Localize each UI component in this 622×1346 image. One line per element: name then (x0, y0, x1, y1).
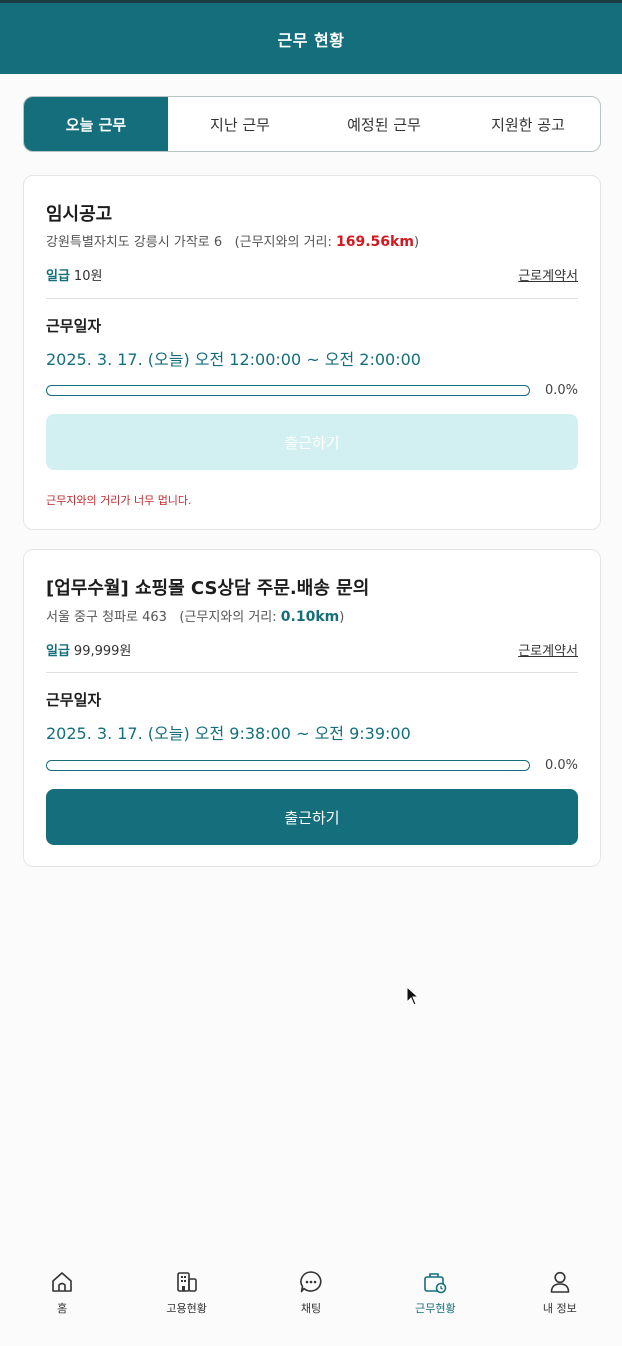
user-icon (550, 1271, 570, 1293)
work-status-icon (424, 1273, 447, 1294)
page-title: 근무 현황 (277, 30, 345, 50)
job-card: [업무수월] 쇼핑몰 CS상담 주문.배송 문의 서울 중구 청파로 463 (… (23, 549, 601, 867)
daily-pay: 일급 99,999원 (46, 640, 131, 659)
contract-link[interactable]: 근로계약서 (518, 640, 578, 659)
daily-pay: 일급 10원 (46, 265, 102, 284)
nav-label: 근무현황 (415, 1302, 456, 1315)
work-tabs: 오늘 근무 지난 근무 예정된 근무 지원한 공고 (23, 96, 601, 152)
distance-prefix: (근무지와의 거리: (179, 610, 281, 625)
building-icon (176, 1272, 197, 1292)
job-address-line: 서울 중구 청파로 463 (근무지와의 거리: 0.10km) (46, 606, 344, 625)
contract-link[interactable]: 근로계약서 (518, 265, 578, 284)
job-title: [업무수월] 쇼핑몰 CS상담 주문.배송 문의 (46, 578, 370, 599)
distance-prefix: (근무지와의 거리: (234, 235, 336, 250)
check-in-button[interactable]: 출근하기 (46, 414, 578, 470)
job-address: 강원특별자치도 강릉시 가작로 6 (46, 235, 223, 250)
home-icon (52, 1272, 73, 1292)
nav-label: 고용현황 (166, 1302, 207, 1315)
nav-label: 채팅 (300, 1302, 322, 1315)
pay-label: 일급 (46, 644, 70, 659)
job-card: 임시공고 강원특별자치도 강릉시 가작로 6 (근무지와의 거리: 169.56… (23, 175, 601, 530)
bottom-nav: 홈 고용현황 채팅 근무현황 내 정보 (0, 1256, 622, 1346)
pay-label: 일급 (46, 269, 70, 284)
nav-item-chat[interactable]: 채팅 (249, 1256, 373, 1346)
distance-suffix: ) (413, 235, 420, 250)
app-header: 근무 현황 (0, 0, 622, 74)
job-title: 임시공고 (46, 204, 113, 225)
mouse-cursor-icon (406, 986, 420, 1006)
tab-today-work[interactable]: 오늘 근무 (24, 97, 168, 151)
nav-item-employment[interactable]: 고용현황 (124, 1256, 248, 1346)
nav-label: 내 정보 (542, 1302, 577, 1315)
nav-item-my-info[interactable]: 내 정보 (498, 1256, 622, 1346)
distance-value: 169.56km (336, 234, 414, 250)
nav-item-home[interactable]: 홈 (0, 1256, 124, 1346)
job-address-line: 강원특별자치도 강릉시 가작로 6 (근무지와의 거리: 169.56km) (46, 231, 419, 250)
pay-amount: 10원 (73, 269, 103, 284)
work-progress-percent: 0.0% (544, 383, 578, 398)
work-progress-bar (46, 385, 530, 396)
tab-past-work[interactable]: 지난 근무 (168, 97, 312, 151)
distance-warning: 근무지와의 거리가 너무 멉니다. (46, 494, 192, 507)
work-date-label: 근무일자 (46, 691, 102, 709)
chat-icon (300, 1271, 322, 1293)
tab-applied-jobs[interactable]: 지원한 공고 (456, 97, 600, 151)
nav-label: 홈 (57, 1302, 68, 1315)
job-address: 서울 중구 청파로 463 (46, 610, 167, 625)
distance-suffix: ) (339, 610, 345, 625)
nav-item-work-status[interactable]: 근무현황 (373, 1256, 497, 1346)
pay-amount: 99,999원 (73, 644, 132, 659)
work-progress-bar (46, 760, 530, 771)
work-date-range: 2025. 3. 17. (오늘) 오전 12:00:00 ~ 오전 2:00:… (46, 350, 421, 369)
distance-value: 0.10km (280, 609, 340, 625)
work-date-label: 근무일자 (46, 317, 102, 335)
divider (46, 672, 578, 673)
work-progress-percent: 0.0% (544, 758, 578, 773)
work-date-range: 2025. 3. 17. (오늘) 오전 9:38:00 ~ 오전 9:39:0… (46, 724, 411, 743)
divider (46, 298, 578, 299)
check-in-button[interactable]: 출근하기 (46, 789, 578, 845)
tab-scheduled-work[interactable]: 예정된 근무 (312, 97, 456, 151)
